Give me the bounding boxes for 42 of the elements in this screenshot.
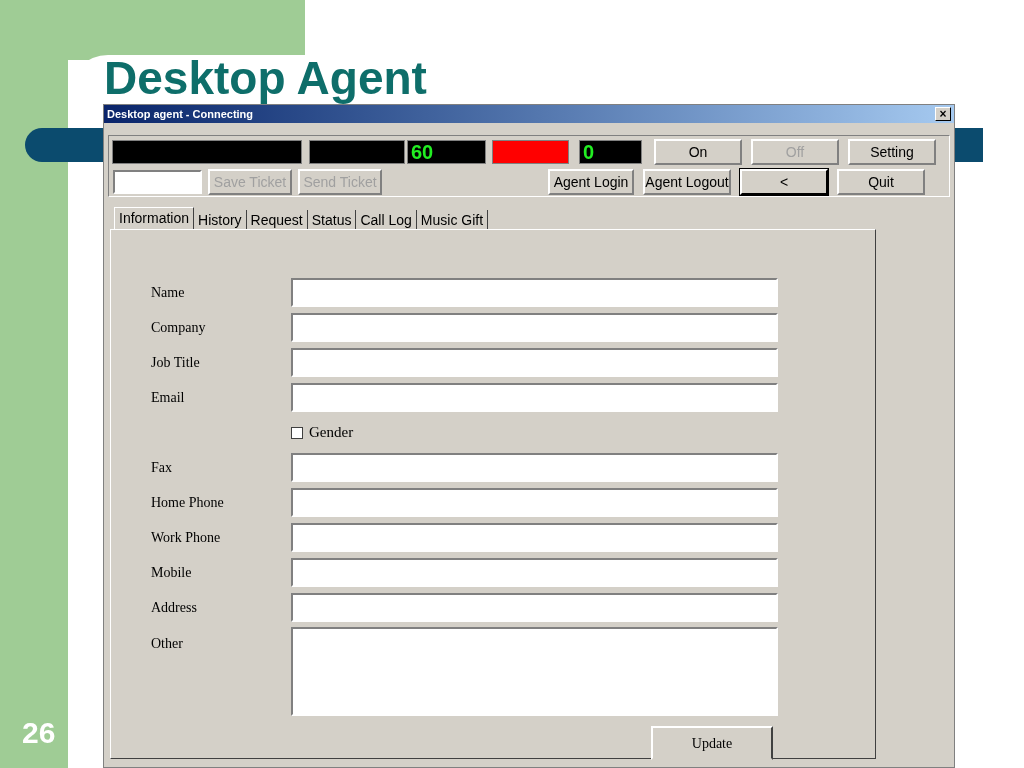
- text-field[interactable]: [291, 278, 778, 307]
- page-number: 26: [22, 715, 56, 751]
- toolbar-button[interactable]: <: [740, 169, 828, 195]
- text-field[interactable]: [291, 383, 778, 412]
- field-label: Home Phone: [151, 494, 225, 512]
- field-label: Mobile: [151, 564, 193, 582]
- tab[interactable]: Call Log: [356, 210, 417, 229]
- field-label: Address: [151, 599, 198, 617]
- status-display: 0: [579, 140, 642, 164]
- tab[interactable]: Status: [307, 210, 357, 229]
- text-area[interactable]: [291, 627, 778, 716]
- update-button[interactable]: Update: [651, 726, 773, 760]
- text-field[interactable]: [291, 488, 778, 517]
- text-field[interactable]: [291, 453, 778, 482]
- text-field[interactable]: [291, 593, 778, 622]
- text-field[interactable]: [291, 348, 778, 377]
- field-label: Name: [151, 284, 186, 302]
- window-title: Desktop agent - Connecting: [107, 106, 254, 122]
- toolbar-button[interactable]: Quit: [837, 169, 925, 195]
- slide-title: Desktop Agent: [104, 52, 427, 104]
- text-field[interactable]: [291, 523, 778, 552]
- toolbar-button[interactable]: Setting: [848, 139, 936, 165]
- field-label: Other: [151, 635, 184, 653]
- tab[interactable]: Request: [246, 210, 308, 229]
- tab[interactable]: Information: [114, 207, 195, 229]
- checkbox[interactable]: [291, 426, 303, 439]
- close-button[interactable]: ×: [935, 107, 951, 121]
- field-label: Work Phone: [151, 529, 222, 547]
- field-label: Job Title: [151, 354, 201, 372]
- field-label: Email: [151, 389, 186, 407]
- field-label: Company: [151, 319, 207, 337]
- text-field[interactable]: [291, 558, 778, 587]
- checkbox-label: Gender: [309, 423, 354, 443]
- tab[interactable]: Music Gift: [416, 210, 489, 229]
- toolbar-button[interactable]: On: [654, 139, 742, 165]
- toolbar-button[interactable]: Agent Login: [548, 169, 634, 195]
- text-field[interactable]: [291, 313, 778, 342]
- toolbar-button[interactable]: Agent Logout: [643, 169, 731, 195]
- field-label: Fax: [151, 459, 173, 477]
- ticket-input[interactable]: [113, 170, 202, 194]
- tab[interactable]: History: [194, 210, 247, 229]
- status-display: 60: [407, 140, 486, 164]
